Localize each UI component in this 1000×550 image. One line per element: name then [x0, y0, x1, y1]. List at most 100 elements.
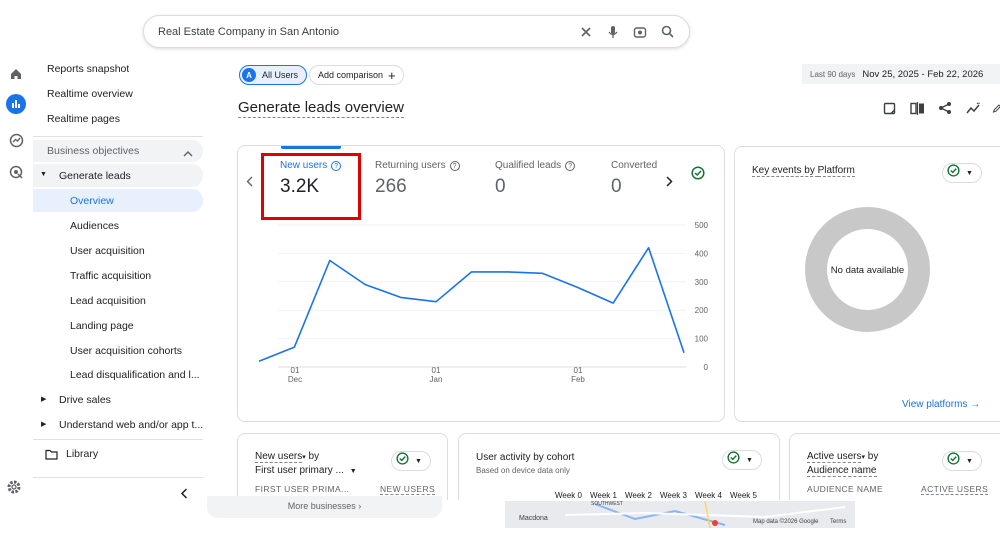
metric-label: Returning users: [375, 160, 446, 171]
nav-divider: [33, 477, 203, 478]
add-comparison-button[interactable]: Add comparison +: [309, 65, 404, 85]
dropdown-caret-icon: ▼: [415, 457, 422, 465]
nav-traffic-acquisition[interactable]: Traffic acquisition: [70, 270, 151, 282]
nav-lead-disqualification[interactable]: Lead disqualification and l...: [70, 369, 200, 381]
all-users-chip[interactable]: A All Users: [239, 65, 308, 85]
settings-gear-icon[interactable]: [6, 479, 22, 500]
column-header-active-users[interactable]: ACTIVE USERS: [921, 484, 989, 495]
search-icon[interactable]: [655, 20, 679, 44]
caret-down-icon: ▼: [40, 171, 47, 178]
dimension-selector[interactable]: Audience name: [807, 465, 877, 477]
card-title: User activity by cohort: [476, 452, 575, 463]
dropdown-caret-icon: ▼: [349, 468, 357, 475]
nav-user-acquisition-cohorts[interactable]: User acquisition cohorts: [70, 345, 182, 357]
series-line-new-users[interactable]: [258, 246, 685, 363]
y-tick-label: 200: [695, 306, 709, 315]
map-preview[interactable]: SOUTHWEST Macdona Map data ©2026 Google …: [505, 501, 855, 528]
home-icon[interactable]: [6, 64, 26, 84]
search-query[interactable]: Real Estate Company in San Antonio: [158, 26, 571, 38]
nav-generate-leads-label: Generate leads: [59, 170, 131, 182]
y-tick-label: 0: [704, 363, 709, 372]
metric-value: 0: [611, 176, 622, 197]
date-range-value: Nov 25, 2025 - Feb 22, 2026: [862, 68, 984, 80]
nav-library[interactable]: Library: [66, 448, 98, 460]
cohort-week-header: Week 3: [660, 491, 687, 500]
edit-pencil-icon[interactable]: [992, 99, 1000, 117]
check-circle-icon[interactable]: [691, 166, 705, 185]
map-area-label: SOUTHWEST: [591, 501, 623, 507]
nav-drive-sales[interactable]: Drive sales: [59, 394, 111, 406]
reports-icon[interactable]: [6, 94, 26, 114]
icon-rail: [0, 50, 32, 500]
scroll-left-chevron-icon[interactable]: [246, 175, 253, 190]
scroll-right-chevron-icon[interactable]: [666, 175, 673, 190]
card-options-dropdown[interactable]: ▼: [942, 163, 982, 183]
help-icon[interactable]: ?: [565, 160, 576, 171]
check-circle-icon: [396, 452, 409, 470]
cohort-week-header: Week 1: [590, 491, 617, 500]
column-header-audience-name[interactable]: AUDIENCE NAME: [807, 484, 883, 494]
microphone-icon[interactable]: [601, 20, 625, 44]
chevron-right-icon: ›: [358, 501, 362, 511]
nav-realtime-pages[interactable]: Realtime pages: [47, 113, 120, 125]
nav-realtime-overview[interactable]: Realtime overview: [47, 88, 133, 100]
caret-right-icon: ▶: [41, 396, 47, 403]
dimension-name: Audience name: [807, 465, 877, 477]
metric-name[interactable]: Active users: [807, 451, 862, 463]
metric-label: Converted: [611, 160, 658, 171]
advertising-icon[interactable]: [6, 162, 26, 182]
chevron-up-icon[interactable]: [183, 145, 193, 163]
card-title: New users▾ by: [255, 451, 320, 463]
map-terms-link[interactable]: Terms: [830, 519, 846, 525]
more-businesses-label: More businesses: [287, 501, 356, 511]
compare-icon[interactable]: [908, 99, 926, 117]
explore-icon[interactable]: [6, 130, 26, 150]
nav-overview-active[interactable]: [33, 189, 203, 212]
metric-returning-users[interactable]: Returning users? 266: [375, 160, 460, 198]
column-header-new-users[interactable]: NEW USERS: [380, 484, 436, 495]
nav-landing-page[interactable]: Landing page: [70, 320, 134, 332]
y-tick-label: 300: [695, 278, 709, 287]
nav-understand-web-app[interactable]: Understand web and/or app t...: [59, 419, 203, 431]
platform-card-title: Key events by Platform: [752, 165, 855, 177]
y-tick-label: 500: [695, 221, 709, 230]
by-label: by: [308, 451, 320, 462]
no-data-text: No data available: [830, 265, 905, 276]
x-tick-label: Dec: [288, 375, 302, 384]
share-icon[interactable]: [936, 99, 954, 117]
view-platforms-link[interactable]: View platforms →: [902, 399, 980, 410]
customize-report-icon[interactable]: [880, 99, 898, 117]
cohort-week-header: Week 4: [695, 491, 722, 500]
highlight-box: [261, 153, 361, 220]
platform-dimension-link[interactable]: Platform: [817, 165, 855, 177]
cohort-week-header: Week 2: [625, 491, 652, 500]
column-header-dimension[interactable]: FIRST USER PRIMA...: [255, 484, 349, 494]
y-tick-label: 400: [695, 249, 709, 258]
more-businesses-button[interactable]: More businesses ›: [207, 496, 442, 518]
clear-icon[interactable]: [574, 20, 598, 44]
metric-name[interactable]: New users: [255, 451, 303, 463]
nav-audiences[interactable]: Audiences: [70, 220, 119, 232]
card-options-dropdown[interactable]: ▼: [391, 451, 431, 471]
card-options-dropdown[interactable]: ▼: [722, 450, 762, 470]
map-credit: Map data ©2026 Google: [753, 519, 819, 525]
insights-icon[interactable]: [964, 99, 982, 117]
card-options-dropdown[interactable]: ▼: [942, 451, 982, 471]
caret-right-icon: ▶: [41, 421, 47, 428]
help-icon[interactable]: ?: [449, 160, 460, 171]
nav-lead-acquisition[interactable]: Lead acquisition: [70, 295, 146, 307]
plus-icon: +: [388, 67, 396, 83]
metric-qualified-leads[interactable]: Qualified leads? 0: [495, 160, 576, 198]
dimension-selector[interactable]: First user primary ... ▼: [255, 465, 357, 476]
metric-value: 0: [495, 176, 506, 197]
metric-converted[interactable]: Converted 0: [611, 160, 657, 198]
nav-overview[interactable]: Overview: [70, 195, 114, 207]
nav-reports-snapshot[interactable]: Reports snapshot: [47, 63, 129, 75]
x-tick-label: 01: [291, 366, 300, 375]
search-bar[interactable]: Real Estate Company in San Antonio: [143, 15, 690, 48]
camera-lens-icon[interactable]: [628, 20, 652, 44]
key-events-platform-card: Key events by Platform ▼ No data availab…: [734, 146, 1000, 422]
date-range-picker[interactable]: Last 90 days Nov 25, 2025 - Feb 22, 2026: [802, 64, 1000, 84]
all-users-label: All Users: [262, 70, 299, 80]
nav-user-acquisition[interactable]: User acquisition: [70, 245, 145, 257]
